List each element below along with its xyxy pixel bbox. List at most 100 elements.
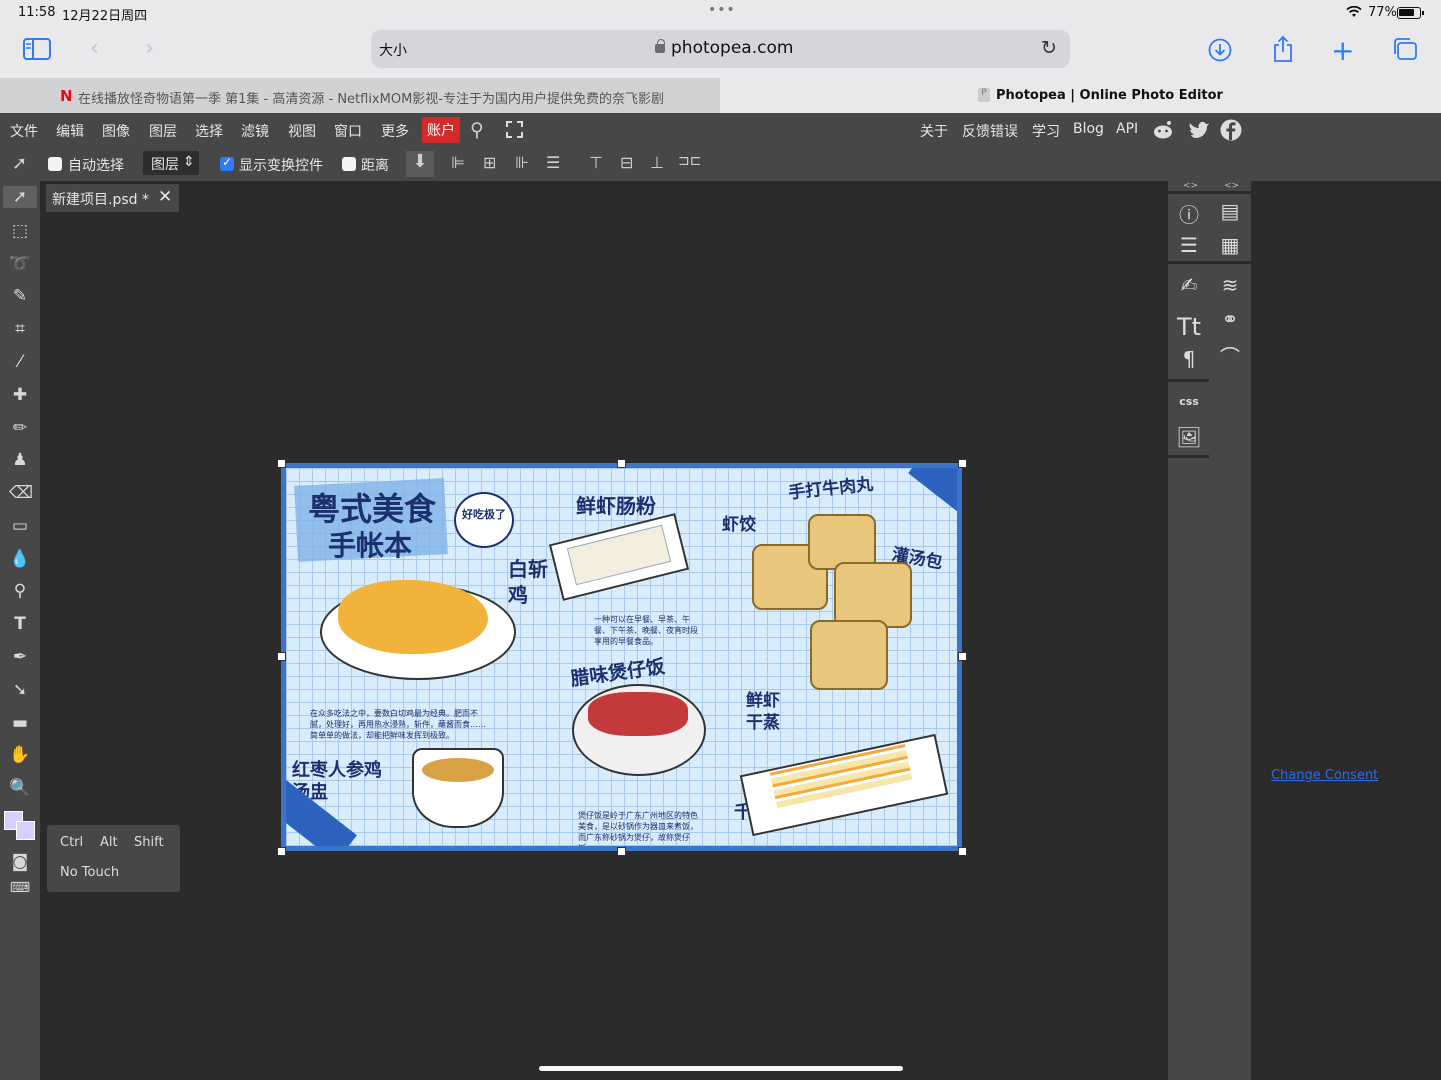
collapse-left-icon[interactable]: <> (1183, 181, 1198, 191)
menu-file[interactable]: 文件 (10, 121, 38, 141)
eraser-tool-icon[interactable]: ⌫ (9, 482, 33, 504)
shape-tool-icon[interactable]: ▬ (9, 712, 31, 734)
zoom-tool-icon[interactable]: 🔍 (9, 777, 31, 799)
menu-about[interactable]: 关于 (920, 121, 948, 141)
document-tab[interactable]: 新建项目.psd * ✕ (46, 184, 179, 212)
tab-photopea[interactable]: P Photopea | Online Photo Editor (720, 78, 1441, 113)
download-align-icon[interactable]: ⬇ (406, 151, 434, 177)
tab-overview-icon[interactable] (1392, 37, 1418, 61)
image-icon[interactable]: 🖼 (1175, 425, 1203, 449)
page-size-button[interactable]: 大小 (379, 40, 407, 60)
healing-tool-icon[interactable]: ✚ (9, 384, 31, 406)
menu-more[interactable]: 更多 (381, 121, 409, 141)
transform-handle-bl[interactable] (277, 847, 286, 856)
sidebar-toggle-icon[interactable] (23, 38, 51, 60)
facebook-icon[interactable] (1220, 119, 1242, 141)
distribute-vertical-icon[interactable]: ⊐⊏ (678, 153, 701, 169)
layers-icon[interactable]: ≋ (1216, 273, 1244, 297)
lasso-tool-icon[interactable]: ➰ (9, 253, 31, 275)
home-indicator[interactable] (539, 1066, 903, 1071)
marquee-tool-icon[interactable]: ⬚ (9, 220, 31, 242)
transform-handle-bc[interactable] (617, 847, 626, 856)
eyedropper-tool-icon[interactable]: ⁄ (9, 351, 31, 373)
swatches-icon[interactable]: ▦ (1216, 233, 1244, 257)
menu-view[interactable]: 视图 (288, 121, 316, 141)
blur-tool-icon[interactable]: 💧 (9, 548, 31, 570)
align-right-icon[interactable]: ⊪ (515, 153, 529, 172)
transform-handle-ml[interactable] (277, 652, 286, 661)
info-icon[interactable]: ⓘ (1175, 199, 1203, 228)
distribute-horizontal-icon[interactable]: ☰ (546, 153, 560, 172)
crop-tool-icon[interactable]: ⌗ (9, 318, 31, 340)
menu-layer[interactable]: 图层 (149, 121, 177, 141)
address-bar[interactable]: 大小 photopea.com ↻ (371, 30, 1070, 68)
css-icon[interactable]: css (1175, 395, 1203, 408)
align-vcenter-icon[interactable]: ⊟ (620, 153, 633, 172)
type-tool-icon[interactable]: T (9, 613, 31, 635)
menu-image[interactable]: 图像 (102, 121, 130, 141)
brush-tool-icon[interactable]: ✏ (9, 417, 31, 439)
url-text[interactable]: photopea.com (671, 38, 793, 58)
menu-window[interactable]: 窗口 (334, 121, 362, 141)
move-tool-icon[interactable]: ➚ (3, 186, 37, 208)
shift-key[interactable]: Shift (134, 835, 164, 850)
background-color-swatch[interactable] (16, 821, 35, 840)
multitasking-dots-icon[interactable]: ••• (708, 2, 736, 18)
reload-icon[interactable]: ↻ (1041, 37, 1057, 59)
brush-settings-icon[interactable]: ✍ (1175, 273, 1203, 297)
reddit-icon[interactable] (1152, 119, 1174, 141)
forward-icon[interactable]: › (145, 36, 154, 61)
menu-blog[interactable]: Blog (1073, 121, 1104, 137)
transform-handle-mr[interactable] (958, 652, 967, 661)
gradient-tool-icon[interactable]: ▭ (9, 515, 31, 537)
hand-tool-icon[interactable]: ✋ (9, 744, 31, 766)
transform-handle-tl[interactable] (277, 459, 286, 468)
back-icon[interactable]: ‹ (90, 36, 99, 61)
show-transform-checkbox[interactable] (220, 155, 234, 171)
transform-handle-tr[interactable] (958, 459, 967, 468)
quick-select-tool-icon[interactable]: ✎ (9, 285, 31, 307)
menu-learn[interactable]: 学习 (1032, 121, 1060, 141)
history-icon[interactable]: ▤ (1216, 199, 1244, 223)
paragraph-icon[interactable]: ¶ (1175, 347, 1203, 371)
align-left-icon[interactable]: ⊫ (451, 153, 465, 172)
change-consent-link[interactable]: Change Consent (1271, 768, 1378, 783)
menu-report-bug[interactable]: 反馈错误 (962, 121, 1018, 141)
menu-edit[interactable]: 编辑 (56, 121, 84, 141)
twitter-icon[interactable] (1188, 121, 1210, 139)
align-bottom-icon[interactable]: ⊥ (650, 153, 664, 172)
close-document-icon[interactable]: ✕ (158, 187, 172, 207)
align-top-icon[interactable]: ⊤ (589, 153, 603, 172)
menu-account[interactable]: 账户 (422, 117, 460, 143)
transform-handle-br[interactable] (958, 847, 967, 856)
menu-filter[interactable]: 滤镜 (241, 121, 269, 141)
channels-icon[interactable]: ⚭ (1216, 307, 1244, 331)
distance-checkbox[interactable] (342, 157, 356, 171)
character-icon[interactable]: Tt (1175, 313, 1203, 341)
transform-handle-tc[interactable] (617, 459, 626, 468)
menu-api[interactable]: API (1116, 121, 1138, 137)
fullscreen-icon[interactable] (506, 121, 523, 138)
ctrl-key[interactable]: Ctrl (60, 835, 83, 850)
clone-stamp-tool-icon[interactable]: ♟ (9, 449, 31, 471)
no-touch-toggle[interactable]: No Touch (60, 865, 119, 880)
search-icon[interactable]: ⚲ (470, 119, 484, 141)
keyboard-icon[interactable]: ⌨ (9, 877, 31, 899)
menu-select[interactable]: 选择 (195, 121, 223, 141)
dodge-tool-icon[interactable]: ⚲ (9, 580, 31, 602)
new-tab-icon[interactable]: + (1331, 34, 1354, 67)
auto-select-checkbox[interactable] (48, 157, 62, 171)
pen-tool-icon[interactable]: ✒ (9, 646, 31, 668)
align-hcenter-icon[interactable]: ⊞ (483, 153, 496, 172)
quick-mask-icon[interactable]: ◙ (9, 851, 31, 873)
collapse-right-icon[interactable]: <> (1224, 181, 1239, 191)
adjustments-icon[interactable]: ☰ (1175, 233, 1203, 257)
paths-icon[interactable]: ⌒ (1216, 341, 1244, 370)
download-icon[interactable] (1208, 38, 1232, 62)
canvas-artwork[interactable]: 粤式美食 手帐本 好吃极了 鲜虾肠粉 白斩鸡 虾饺 手打牛肉丸 灌汤包 腊味煲仔… (281, 463, 962, 851)
layer-select-dropdown[interactable]: 图层 ⇕ (143, 151, 199, 175)
tab-netflixmom[interactable]: N 在线播放怪奇物语第一季 第1集 - 高清资源 - NetflixMOM影视-… (0, 78, 745, 113)
alt-key[interactable]: Alt (100, 835, 118, 850)
share-icon[interactable] (1271, 35, 1295, 63)
path-select-tool-icon[interactable]: ➘ (9, 679, 31, 701)
